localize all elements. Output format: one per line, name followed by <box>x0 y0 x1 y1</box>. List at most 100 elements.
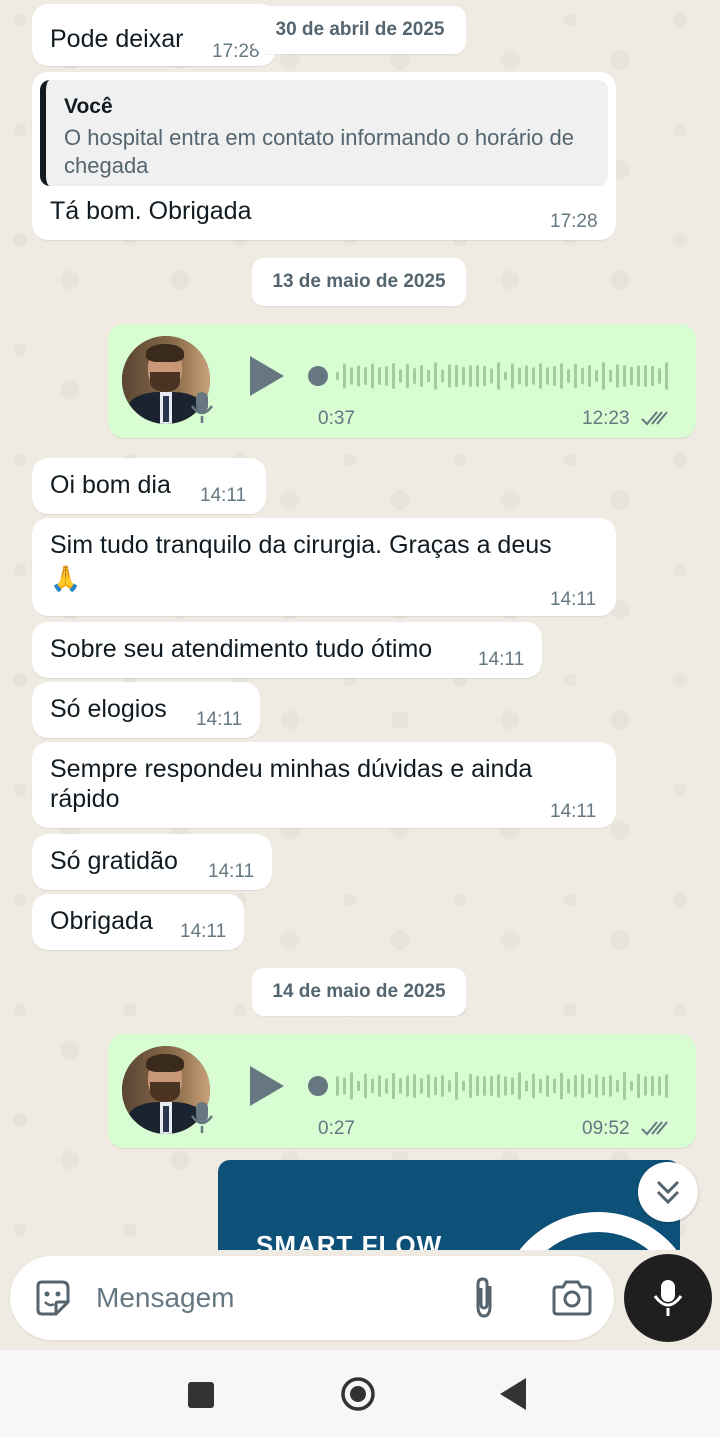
attach-icon[interactable] <box>464 1276 504 1320</box>
waveform[interactable] <box>308 356 668 396</box>
waveform[interactable] <box>308 1066 668 1106</box>
waveform-bar <box>378 367 381 385</box>
message-text: Tá bom. Obrigada <box>50 197 252 225</box>
waveform-bar <box>532 367 535 385</box>
message-bubble[interactable]: Só elogios 14:11 <box>32 682 260 738</box>
waveform-bar <box>616 364 619 388</box>
camera-icon[interactable] <box>550 1278 594 1318</box>
message-text: Sobre seu atendimento tudo ótimo <box>50 635 433 663</box>
voice-duration: 0:37 <box>318 408 355 429</box>
waveform-bar <box>385 1078 388 1094</box>
waveform-bar <box>406 1075 409 1097</box>
waveform-bar <box>574 363 577 389</box>
waveform-bar <box>483 1076 486 1096</box>
message-input[interactable]: Mensagem <box>96 1282 235 1314</box>
scroll-to-bottom-button[interactable] <box>638 1162 698 1222</box>
image-message[interactable]: SMART FLOW <box>218 1160 680 1250</box>
message-bubble[interactable]: Sim tudo tranquilo da cirurgia. Graças a… <box>32 518 616 616</box>
waveform-bar <box>420 1078 423 1094</box>
waveform-bar <box>455 364 458 388</box>
waveform-bar <box>476 1076 479 1096</box>
message-bubble[interactable]: Sempre respondeu minhas dúvidas e ainda … <box>32 742 616 828</box>
recent-apps-icon[interactable] <box>188 1382 214 1408</box>
waveform-bar <box>413 367 416 385</box>
message-time: 14:11 <box>208 861 255 882</box>
waveform-bar <box>434 362 437 390</box>
message-time: 14:11 <box>200 485 247 506</box>
message-text: Pode deixar <box>50 25 184 53</box>
chevron-double-down-icon <box>656 1180 680 1205</box>
waveform-bar <box>658 1076 661 1096</box>
play-icon[interactable] <box>250 356 284 396</box>
waveform-bar <box>350 1072 353 1100</box>
message-text-line2: rápido <box>50 785 120 813</box>
waveform-bar <box>623 1072 626 1100</box>
image-thumbnail[interactable]: SMART FLOW <box>218 1160 680 1250</box>
waveform-bar <box>434 1076 437 1096</box>
playback-position-dot <box>308 1076 328 1096</box>
waveform-bar <box>602 1076 605 1096</box>
waveform-bar <box>392 1072 395 1100</box>
waveform-bar <box>651 1075 654 1097</box>
voice-record-button[interactable] <box>624 1254 712 1342</box>
waveform-bar <box>364 367 367 385</box>
waveform-bar <box>469 365 472 387</box>
message-time: 14:11 <box>550 801 597 822</box>
waveform-bar <box>609 1075 612 1097</box>
waveform-bar <box>581 367 584 385</box>
message-bubble[interactable]: Obrigada 14:11 <box>32 894 244 950</box>
message-time: 09:52 <box>582 1118 630 1139</box>
waveform-bar <box>364 1073 367 1099</box>
waveform-bar <box>567 368 570 384</box>
quoted-author: Você <box>64 95 113 118</box>
message-bubble[interactable]: Pode deixar 17:28 <box>32 4 276 66</box>
date-separator: 30 de abril de 2025 <box>254 6 466 54</box>
waveform-bar <box>511 1077 514 1095</box>
mic-icon <box>653 1280 683 1316</box>
voice-duration: 0:27 <box>318 1118 355 1139</box>
chat-background: Pode deixar 17:28 30 de abril de 2025 Vo… <box>0 0 720 1250</box>
sticker-icon[interactable] <box>32 1278 72 1318</box>
message-text: Sempre respondeu minhas dúvidas e ainda <box>50 755 533 783</box>
waveform-bar <box>651 365 654 387</box>
waveform-bar <box>441 1075 444 1097</box>
waveform-bar <box>567 1078 570 1094</box>
waveform-bar <box>518 1072 521 1100</box>
play-icon[interactable] <box>250 1066 284 1106</box>
date-separator: 14 de maio de 2025 <box>252 968 466 1016</box>
waveform-bar <box>427 1074 430 1098</box>
double-check-icon <box>641 411 668 426</box>
waveform-bar <box>448 364 451 388</box>
message-bubble[interactable]: Só gratidão 14:11 <box>32 834 272 890</box>
waveform-bar <box>406 363 409 389</box>
waveform-bar <box>581 1073 584 1099</box>
waveform-bar <box>455 1072 458 1100</box>
message-bubble[interactable]: Oi bom dia 14:11 <box>32 458 266 514</box>
voice-message[interactable]: 0:27 09:52 <box>108 1034 696 1148</box>
message-text: Só gratidão <box>50 847 178 875</box>
waveform-bar <box>371 363 374 389</box>
message-text: Sim tudo tranquilo da cirurgia. Graças a… <box>50 531 552 559</box>
waveform-bar <box>602 362 605 390</box>
waveform-bar <box>644 1076 647 1096</box>
message-bubble[interactable]: Sobre seu atendimento tudo ótimo 14:11 <box>32 622 542 678</box>
quoted-message[interactable]: Você O hospital entra em contato informa… <box>40 80 608 186</box>
home-icon[interactable] <box>340 1376 376 1412</box>
reply-message-bubble[interactable]: Você O hospital entra em contato informa… <box>32 72 616 240</box>
waveform-bar <box>378 1075 381 1097</box>
back-icon[interactable] <box>500 1378 526 1410</box>
waveform-bar <box>658 368 661 384</box>
waveform-bar <box>595 1074 598 1098</box>
waveform-bar <box>525 365 528 387</box>
message-time: 14:11 <box>550 589 597 610</box>
waveform-bar <box>546 1075 549 1097</box>
double-check-icon <box>641 1121 668 1136</box>
waveform-bar <box>371 1078 374 1094</box>
message-input-bar[interactable]: Mensagem <box>10 1256 614 1340</box>
message-time: 17:28 <box>550 211 598 232</box>
waveform-bar <box>343 1077 346 1095</box>
waveform-bar <box>399 1078 402 1094</box>
waveform-bar <box>441 369 444 383</box>
voice-message[interactable]: 0:37 12:23 <box>108 324 696 438</box>
waveform-bar <box>476 365 479 387</box>
